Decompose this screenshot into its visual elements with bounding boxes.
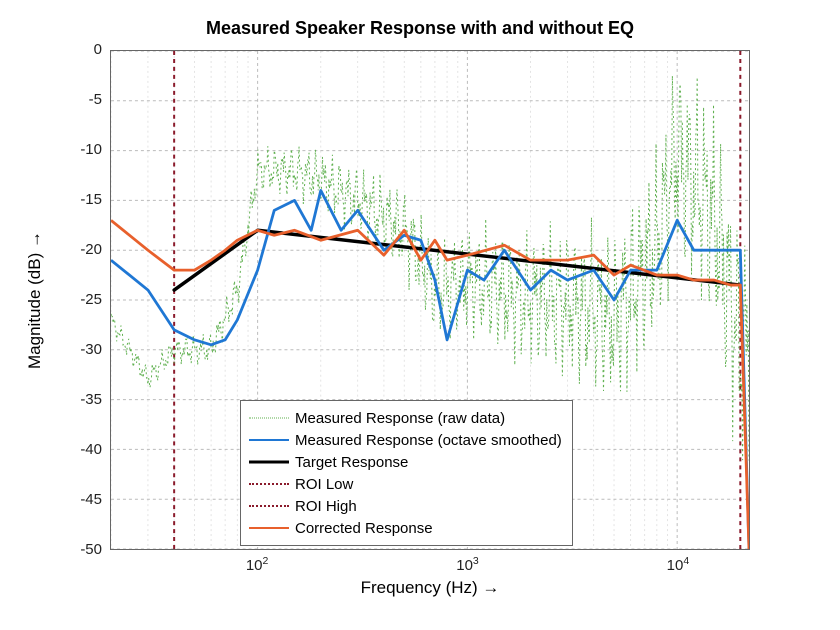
legend-label: Measured Response (raw data): [295, 410, 505, 427]
ytick-label: -5: [52, 91, 102, 108]
legend-swatch: [249, 453, 289, 471]
ytick-label: -20: [52, 241, 102, 258]
legend-item: ROI High: [249, 495, 562, 517]
ytick-label: -25: [52, 291, 102, 308]
legend-swatch: [249, 409, 289, 427]
ytick-label: -30: [52, 341, 102, 358]
x-axis-label: Frequency (Hz) →: [110, 578, 750, 598]
legend-label: ROI Low: [295, 476, 353, 493]
legend-item: Target Response: [249, 451, 562, 473]
legend-item: Measured Response (raw data): [249, 407, 562, 429]
legend-item: Corrected Response: [249, 517, 562, 539]
legend-swatch: [249, 431, 289, 449]
legend-swatch: [249, 475, 289, 493]
legend-label: ROI High: [295, 498, 357, 515]
xtick-label: 104: [653, 555, 703, 574]
ytick-label: -15: [52, 191, 102, 208]
ytick-label: -45: [52, 491, 102, 508]
legend-swatch: [249, 497, 289, 515]
xtick-label: 102: [232, 555, 282, 574]
chart-container: Measured Speaker Response with and witho…: [0, 0, 840, 630]
y-axis-label-container: Magnitude (dB) →: [20, 50, 50, 550]
legend-item: ROI Low: [249, 473, 562, 495]
legend-label: Target Response: [295, 454, 408, 471]
xtick-label: 103: [443, 555, 493, 574]
ytick-label: -50: [52, 541, 102, 558]
ytick-label: 0: [52, 41, 102, 58]
ytick-label: -35: [52, 391, 102, 408]
ytick-label: -10: [52, 141, 102, 158]
legend-swatch: [249, 519, 289, 537]
legend-label: Measured Response (octave smoothed): [295, 432, 562, 449]
ytick-label: -40: [52, 441, 102, 458]
chart-title: Measured Speaker Response with and witho…: [0, 18, 840, 39]
y-axis-label: Magnitude (dB) →: [25, 231, 45, 369]
legend: Measured Response (raw data) Measured Res…: [240, 400, 573, 546]
legend-label: Corrected Response: [295, 520, 433, 537]
legend-item: Measured Response (octave smoothed): [249, 429, 562, 451]
